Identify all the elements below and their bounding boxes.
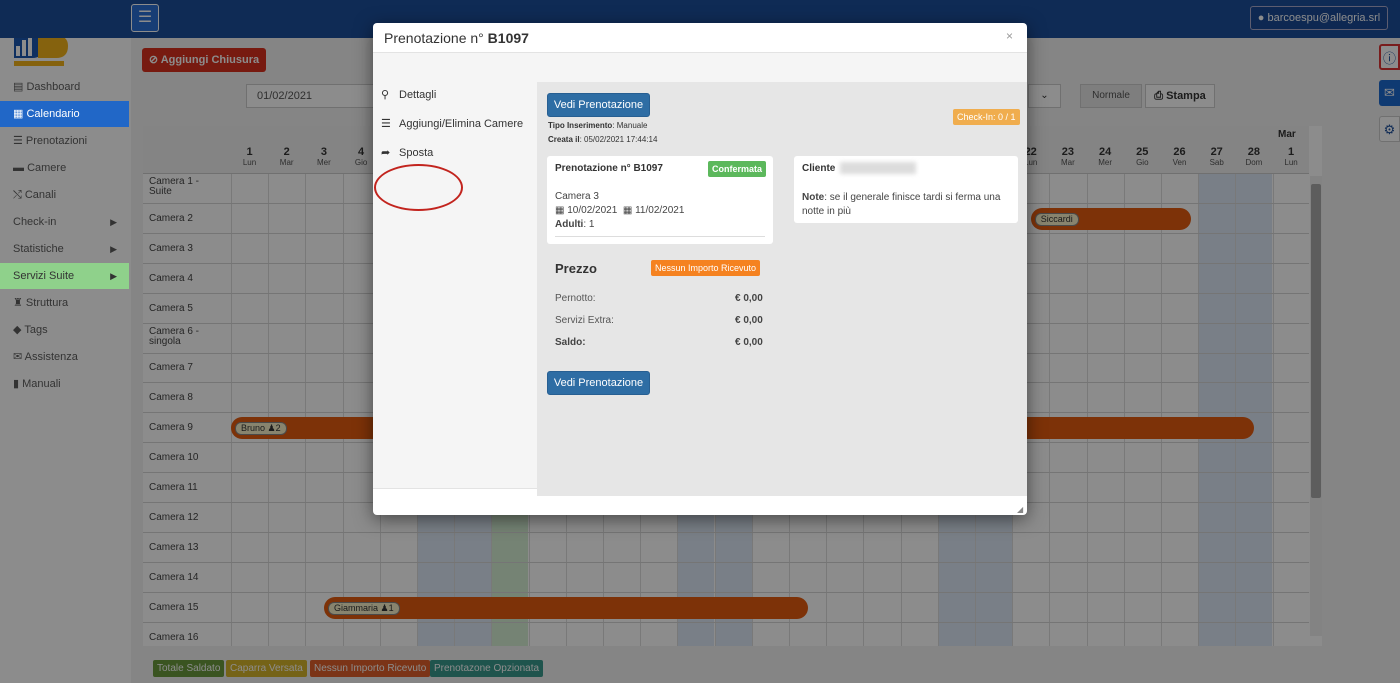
modal-body: ⚲ Dettagli ☰ Aggiungi/Elimina Camere ➦ Spos… xyxy=(373,52,1027,496)
sidebar-item-label: Check-in xyxy=(13,216,57,228)
search-icon: ⚲ xyxy=(381,89,390,101)
saldo-value: € 0,00 xyxy=(735,337,763,348)
calendar-icon: ▦ xyxy=(555,205,565,216)
saldo-label: Saldo: xyxy=(555,337,586,348)
sidebar-item-statistiche[interactable]: Statistiche ▶ xyxy=(0,236,129,262)
sidebar-item-camere[interactable]: ▬ Camere xyxy=(0,155,129,181)
booking-modal: Prenotazione n° B1097 × ⚲ Dettagli ☰ Aggiu… xyxy=(373,23,1027,515)
view-booking-button-bottom[interactable]: Vedi Prenotazione xyxy=(547,371,650,395)
creata-il: Creata il: 05/02/2021 17:44:14 xyxy=(548,135,658,144)
price-title: Prezzo xyxy=(555,261,597,276)
sidebar-icon: ▤ xyxy=(13,81,27,93)
tab-label: Dettagli xyxy=(399,89,437,101)
booking-card: Prenotazione n° B1097 Confermata Camera … xyxy=(547,156,773,244)
sidebar-item-manuali[interactable]: ▮ Manuali xyxy=(0,371,129,397)
tab-aggiungi-elimina-camere[interactable]: ☰ Aggiungi/Elimina Camere xyxy=(373,111,537,138)
note-text: Note: se il generale finisce tardi si fe… xyxy=(802,192,1001,217)
payment-status-badge: Nessun Importo Ricevuto xyxy=(651,260,761,276)
resize-handle-icon[interactable]: ◢ xyxy=(1017,505,1023,514)
booking-code: B1097 xyxy=(487,30,529,46)
adults-count: Adulti: 1 xyxy=(555,219,595,230)
sidebar-icon: ⤭ xyxy=(13,189,25,201)
sidebar-item-label: Canali xyxy=(24,189,57,201)
tab-dettagli[interactable]: ⚲ Dettagli xyxy=(373,82,537,109)
modal-title: Prenotazione n° B1097 xyxy=(384,30,529,46)
modal-footer xyxy=(373,489,1027,515)
booking-dates: ▦ 10/02/2021 ▦ 11/02/2021 xyxy=(555,205,684,216)
sidebar-icon: ☰ xyxy=(13,135,26,147)
sidebar-item-dashboard[interactable]: ▤ Dashboard xyxy=(0,74,129,100)
sidebar-item-check-in[interactable]: Check-in ▶ xyxy=(0,209,129,235)
sidebar-item-label: Assistenza xyxy=(24,351,78,363)
sidebar-icon: ◆ xyxy=(13,324,25,336)
sidebar-item-label: Manuali xyxy=(22,378,61,390)
sidebar-item-label: Statistiche xyxy=(13,243,64,255)
tab-label: Sposta xyxy=(399,147,434,159)
extra-value: € 0,00 xyxy=(735,315,763,326)
date-to: 11/02/2021 xyxy=(635,205,685,216)
pernotto-value: € 0,00 xyxy=(735,293,763,304)
sidebar-item-prenotazioni[interactable]: ☰ Prenotazioni xyxy=(0,128,129,154)
client-label: Cliente xyxy=(802,163,836,174)
modal-title-prefix: Prenotazione n° xyxy=(384,30,484,46)
sidebar-icon: ✉ xyxy=(13,351,25,363)
sidebar-item-tags[interactable]: ◆ Tags xyxy=(0,317,129,343)
list-icon: ☰ xyxy=(381,118,391,130)
sidebar-item-servizi-suite[interactable]: Servizi Suite ▶ xyxy=(0,263,129,289)
sidebar-item-assistenza[interactable]: ✉ Assistenza xyxy=(0,344,129,370)
pernotto-label: Pernotto: xyxy=(555,293,596,304)
sidebar-item-label: Servizi Suite xyxy=(13,270,75,282)
room-name: Camera 3 xyxy=(555,191,599,202)
sidebar-item-struttura[interactable]: ♜ Struttura xyxy=(0,290,129,316)
status-badge: Confermata xyxy=(708,161,767,177)
sidebar-item-label: Camere xyxy=(27,162,67,174)
sidebar-item-label: Calendario xyxy=(26,108,80,120)
date-from: 10/02/2021 xyxy=(567,205,618,216)
highlight-circle xyxy=(374,164,463,211)
client-card: Cliente Note: se il generale finisce tar… xyxy=(794,156,1018,223)
booking-card-title: Prenotazione n° B1097 xyxy=(555,163,663,174)
chevron-right-icon: ▶ xyxy=(110,244,117,254)
close-icon[interactable]: × xyxy=(1006,29,1013,43)
sidebar-item-canali[interactable]: ⤭ Canali xyxy=(0,182,129,208)
sidebar-icon: ♜ xyxy=(13,297,26,309)
extra-label: Servizi Extra: xyxy=(555,315,614,326)
chevron-right-icon: ▶ xyxy=(110,217,117,227)
sidebar-item-label: Prenotazioni xyxy=(25,135,88,147)
sidebar-item-label: Tags xyxy=(24,324,48,336)
sidebar-item-label: Dashboard xyxy=(26,81,81,93)
checkin-badge: Check-In: 0 / 1 xyxy=(953,109,1020,125)
client-name-redacted xyxy=(840,162,916,174)
sidebar-item-calendario[interactable]: ▦ Calendario xyxy=(0,101,129,127)
tab-sposta[interactable]: ➦ Sposta xyxy=(373,140,537,167)
chevron-right-icon: ▶ xyxy=(110,271,117,281)
details-panel: Vedi Prenotazione Check-In: 0 / 1 Tipo I… xyxy=(537,82,1027,496)
sidebar-icon: ▮ xyxy=(13,378,23,390)
tab-label: Aggiungi/Elimina Camere xyxy=(399,118,524,130)
sidebar-icon: ▬ xyxy=(13,162,28,174)
tipo-inserimento: Tipo Inserimento: Manuale xyxy=(548,121,648,130)
view-booking-button-top[interactable]: Vedi Prenotazione xyxy=(547,93,650,117)
share-icon: ➦ xyxy=(381,147,391,159)
sidebar-item-label: Struttura xyxy=(25,297,69,309)
calendar-icon: ▦ xyxy=(622,205,633,216)
sidebar-icon: ▦ xyxy=(13,108,27,120)
